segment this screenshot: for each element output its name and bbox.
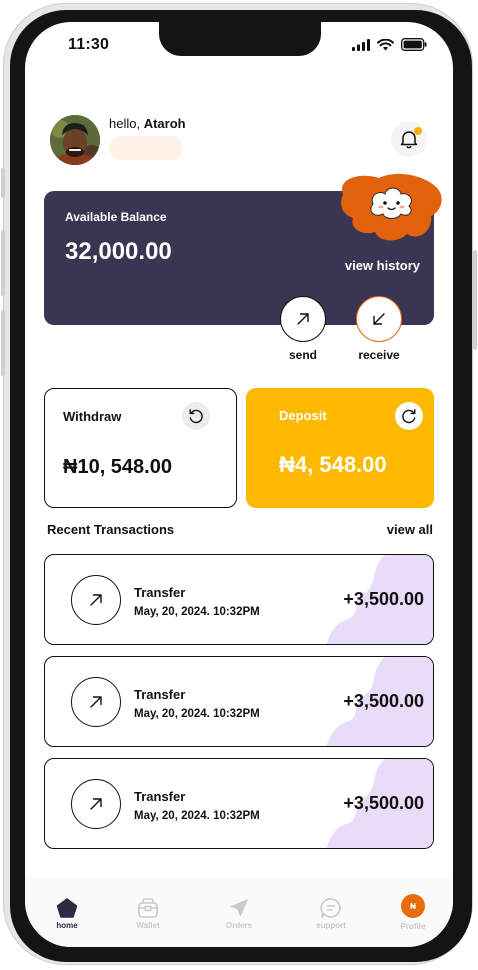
arrow-up-right-icon [90, 594, 102, 606]
withdraw-refresh-button[interactable] [182, 402, 210, 430]
view-history-link[interactable]: view history [345, 258, 420, 273]
transaction-type: Transfer [134, 687, 186, 702]
arrow-up-right-icon [90, 696, 102, 708]
mute-switch [1, 168, 5, 198]
username: Ataroh [143, 116, 186, 131]
wallet-icon [138, 898, 158, 918]
transaction-amount: +3,500.00 [343, 589, 424, 609]
deposit-refresh-button[interactable] [395, 402, 423, 430]
transaction-type: Transfer [134, 789, 186, 804]
account-pill [109, 136, 183, 160]
greeting: hello, Ataroh [109, 116, 186, 131]
nav-wallet-label: Wallet [136, 921, 160, 930]
balance-amount: 32,000.00 [65, 238, 172, 265]
greeting-text: hello, [109, 116, 141, 131]
home-pentagon-icon [56, 898, 78, 918]
balance-label: Available Balance [65, 210, 167, 224]
volume-down-button [1, 310, 5, 376]
send-plane-icon [230, 899, 248, 917]
transaction-card[interactable]: Transfer May, 20, 2024. 10:32PM +3,500.0… [44, 656, 434, 747]
app-screen: 11:30 hello, Ataroh Available Balance 32… [25, 22, 453, 947]
transaction-date: May, 20, 2024. 10:32PM [134, 606, 260, 618]
transaction-icon [71, 779, 121, 829]
nav-home-label: home [56, 921, 78, 930]
nav-orders-label: Orders [225, 921, 253, 930]
notification-dot [414, 127, 422, 135]
battery-icon [401, 38, 427, 51]
bottom-nav: home Wallet Orders support ₦ Profile [25, 877, 453, 947]
transaction-card[interactable]: Transfer May, 20, 2024. 10:32PM +3,500.0… [44, 554, 434, 645]
transaction-amount: +3,500.00 [343, 691, 424, 711]
chat-icon [320, 898, 341, 918]
notification-button[interactable] [391, 121, 427, 157]
receive-button[interactable] [356, 296, 402, 342]
transaction-date: May, 20, 2024. 10:32PM [134, 708, 260, 720]
transaction-card[interactable]: Transfer May, 20, 2024. 10:32PM +3,500.0… [44, 758, 434, 849]
nav-home[interactable]: home [37, 897, 97, 930]
status-icons [352, 38, 427, 51]
transaction-icon [71, 677, 121, 727]
refresh-cw-icon [402, 409, 416, 424]
recent-transactions-title: Recent Transactions [47, 522, 175, 537]
transaction-icon [71, 575, 121, 625]
receive-label[interactable]: receive [344, 348, 414, 362]
notch [159, 22, 321, 56]
nav-support-label: support [316, 921, 346, 930]
nav-orders[interactable]: Orders [209, 897, 269, 930]
deposit-title: Deposit [279, 408, 327, 423]
nav-wallet[interactable]: Wallet [118, 897, 178, 930]
avatar[interactable] [50, 115, 100, 165]
arrow-up-right-icon [90, 798, 102, 810]
arrow-up-right-icon [297, 313, 309, 325]
volume-up-button [1, 230, 5, 296]
nav-support[interactable]: support [301, 897, 361, 930]
signal-icon [352, 38, 370, 51]
power-button [473, 250, 477, 350]
wifi-icon [377, 38, 394, 50]
send-label[interactable]: send [268, 348, 338, 362]
withdraw-card[interactable]: Withdraw ₦10, 548.00 [44, 388, 237, 508]
transaction-type: Transfer [134, 585, 186, 600]
status-time: 11:30 [68, 36, 110, 53]
nav-profile[interactable]: ₦ Profile [383, 894, 443, 931]
transaction-date: May, 20, 2024. 10:32PM [134, 810, 260, 822]
view-all-link[interactable]: view all [387, 522, 433, 537]
deposit-amount: ₦4, 548.00 [279, 452, 387, 477]
avatar-photo [50, 115, 100, 165]
withdraw-title: Withdraw [63, 409, 122, 424]
withdraw-amount: ₦10, 548.00 [63, 456, 172, 478]
deposit-card[interactable]: Deposit ₦4, 548.00 [246, 388, 434, 508]
transaction-amount: +3,500.00 [343, 793, 424, 813]
profile-badge: ₦ [401, 894, 425, 918]
cloud-mascot-icon [341, 173, 442, 241]
send-button[interactable] [280, 296, 326, 342]
nav-profile-label: Profile [400, 922, 426, 931]
arrow-down-left-icon [373, 313, 385, 325]
refresh-ccw-icon [189, 409, 203, 424]
